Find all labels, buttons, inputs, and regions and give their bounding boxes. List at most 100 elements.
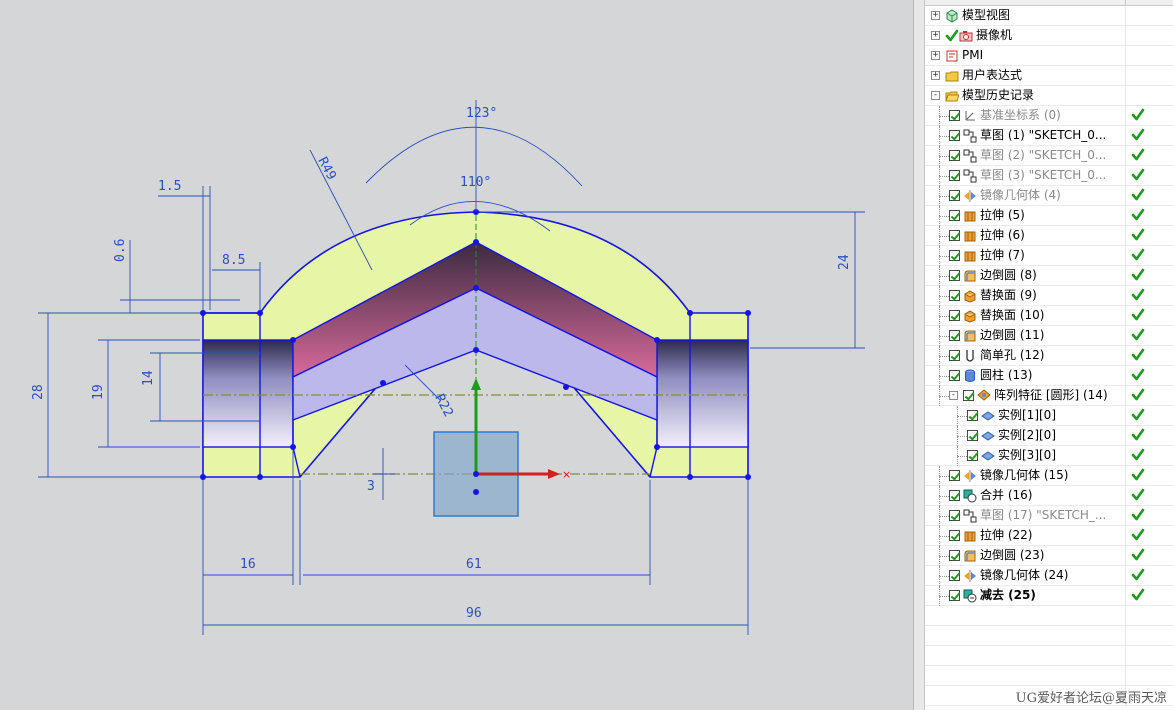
tree-node[interactable]: 拉伸 (6) bbox=[925, 226, 1173, 246]
datum-csys-icon bbox=[963, 109, 977, 123]
expand-icon[interactable]: + bbox=[931, 51, 940, 60]
visibility-checkbox[interactable] bbox=[949, 570, 960, 581]
up-to-date-check-icon bbox=[1131, 348, 1145, 362]
visibility-checkbox[interactable] bbox=[949, 330, 960, 341]
visibility-checkbox[interactable] bbox=[949, 130, 960, 141]
tree-node-label: 草图 (1) "SKETCH_0... bbox=[980, 128, 1107, 142]
tree-node[interactable]: 拉伸 (5) bbox=[925, 206, 1173, 226]
mirror-geometry-icon bbox=[963, 189, 977, 203]
tree-node[interactable]: 实例[1][0] bbox=[925, 406, 1173, 426]
tree-node[interactable]: 基准坐标系 (0) bbox=[925, 106, 1173, 126]
tree-node[interactable]: 替换面 (9) bbox=[925, 286, 1173, 306]
tree-node[interactable]: 镜像几何体 (24) bbox=[925, 566, 1173, 586]
visibility-checkbox[interactable] bbox=[949, 490, 960, 501]
visibility-checkbox[interactable] bbox=[967, 450, 978, 461]
tree-node[interactable]: - 阵列特征 [圆形] (14) bbox=[925, 386, 1173, 406]
tree-node[interactable]: + 摄像机 bbox=[925, 26, 1173, 46]
sketch-icon bbox=[963, 509, 977, 523]
visibility-checkbox[interactable] bbox=[949, 590, 960, 601]
up-to-date-check-icon bbox=[1131, 588, 1145, 602]
collapse-icon[interactable]: - bbox=[931, 91, 940, 100]
dim-24: 24 bbox=[837, 254, 852, 270]
visibility-checkbox[interactable] bbox=[949, 170, 960, 181]
visibility-checkbox[interactable] bbox=[949, 310, 960, 321]
edge-blend-icon bbox=[963, 549, 977, 563]
tree-node-label: 边倒圆 (11) bbox=[980, 328, 1045, 342]
expand-icon[interactable]: + bbox=[931, 11, 940, 20]
tree-node[interactable]: + PMI bbox=[925, 46, 1173, 66]
visibility-checkbox[interactable] bbox=[967, 410, 978, 421]
subtract-icon bbox=[963, 589, 977, 603]
tree-node[interactable]: 草图 (17) "SKETCH_... bbox=[925, 506, 1173, 526]
visibility-checkbox[interactable] bbox=[967, 430, 978, 441]
visibility-checkbox[interactable] bbox=[949, 110, 960, 121]
dim-angle-outer: 123° bbox=[466, 106, 497, 121]
tree-node[interactable]: 草图 (3) "SKETCH_0... bbox=[925, 166, 1173, 186]
dim-61: 61 bbox=[466, 557, 482, 572]
sketch-icon bbox=[963, 129, 977, 143]
camera-icon bbox=[959, 29, 973, 43]
tree-node[interactable]: 拉伸 (22) bbox=[925, 526, 1173, 546]
instance-icon bbox=[981, 429, 995, 443]
up-to-date-check-icon bbox=[1131, 268, 1145, 282]
visibility-checkbox[interactable] bbox=[949, 510, 960, 521]
model-views-icon bbox=[945, 9, 959, 23]
visibility-checkbox[interactable] bbox=[949, 470, 960, 481]
tree-node[interactable]: 实例[2][0] bbox=[925, 426, 1173, 446]
visibility-checkbox[interactable] bbox=[949, 370, 960, 381]
visibility-checkbox[interactable] bbox=[949, 350, 960, 361]
dim-14: 14 bbox=[141, 370, 156, 386]
check-icon bbox=[945, 29, 959, 43]
tree-node[interactable]: 草图 (1) "SKETCH_0... bbox=[925, 126, 1173, 146]
dim-19: 19 bbox=[91, 384, 106, 400]
tree-node[interactable]: 镜像几何体 (4) bbox=[925, 186, 1173, 206]
visibility-checkbox[interactable] bbox=[949, 530, 960, 541]
tree-node-label: 模型视图 bbox=[962, 8, 1011, 22]
visibility-checkbox[interactable] bbox=[949, 290, 960, 301]
tree-node[interactable]: 实例[3][0] bbox=[925, 446, 1173, 466]
tree-node[interactable]: 拉伸 (7) bbox=[925, 246, 1173, 266]
tree-node[interactable]: 合并 (16) bbox=[925, 486, 1173, 506]
right-bore bbox=[656, 339, 749, 448]
tree-node-label: 镜像几何体 (4) bbox=[980, 188, 1061, 202]
svg-text:×: × bbox=[562, 468, 571, 481]
dim-0-6: 0.6 bbox=[113, 239, 128, 262]
sketch-canvas[interactable]: × 123° 110° R49 R22 1.5 0.6 8.5 24 28 19… bbox=[0, 0, 913, 710]
tree-node-label: PMI bbox=[962, 48, 984, 62]
visibility-checkbox[interactable] bbox=[949, 550, 960, 561]
tree-node[interactable]: 边倒圆 (11) bbox=[925, 326, 1173, 346]
extrude-icon bbox=[963, 529, 977, 543]
sketch-icon bbox=[963, 149, 977, 163]
tree-node[interactable]: 边倒圆 (8) bbox=[925, 266, 1173, 286]
expand-icon[interactable]: + bbox=[931, 71, 940, 80]
tree-node-label: 实例[3][0] bbox=[998, 448, 1056, 462]
tree-node[interactable]: 边倒圆 (23) bbox=[925, 546, 1173, 566]
visibility-checkbox[interactable] bbox=[963, 390, 974, 401]
visibility-checkbox[interactable] bbox=[949, 270, 960, 281]
tree-node[interactable]: + 用户表达式 bbox=[925, 66, 1173, 86]
tree-node[interactable]: 草图 (2) "SKETCH_0... bbox=[925, 146, 1173, 166]
tree-node-label: 实例[1][0] bbox=[998, 408, 1056, 422]
panel-splitter[interactable] bbox=[913, 0, 925, 710]
visibility-checkbox[interactable] bbox=[949, 150, 960, 161]
up-to-date-check-icon bbox=[1131, 448, 1145, 462]
visibility-checkbox[interactable] bbox=[949, 230, 960, 241]
visibility-checkbox[interactable] bbox=[949, 190, 960, 201]
up-to-date-check-icon bbox=[1131, 548, 1145, 562]
visibility-checkbox[interactable] bbox=[949, 210, 960, 221]
graphics-window[interactable]: × 123° 110° R49 R22 1.5 0.6 8.5 24 28 19… bbox=[0, 0, 913, 710]
tree-node[interactable]: 镜像几何体 (15) bbox=[925, 466, 1173, 486]
tree-node[interactable]: 简单孔 (12) bbox=[925, 346, 1173, 366]
dim-3: 3 bbox=[367, 479, 375, 494]
tree-node[interactable]: 圆柱 (13) bbox=[925, 366, 1173, 386]
tree-node[interactable]: 减去 (25) bbox=[925, 586, 1173, 606]
up-to-date-check-icon bbox=[1131, 108, 1145, 122]
up-to-date-check-icon bbox=[1131, 468, 1145, 482]
tree-node[interactable]: 替换面 (10) bbox=[925, 306, 1173, 326]
collapse-icon[interactable]: - bbox=[949, 391, 958, 400]
expand-icon[interactable]: + bbox=[931, 31, 940, 40]
folder-icon bbox=[945, 69, 959, 83]
tree-node[interactable]: - 模型历史记录 bbox=[925, 86, 1173, 106]
tree-node[interactable]: + 模型视图 bbox=[925, 6, 1173, 26]
visibility-checkbox[interactable] bbox=[949, 250, 960, 261]
